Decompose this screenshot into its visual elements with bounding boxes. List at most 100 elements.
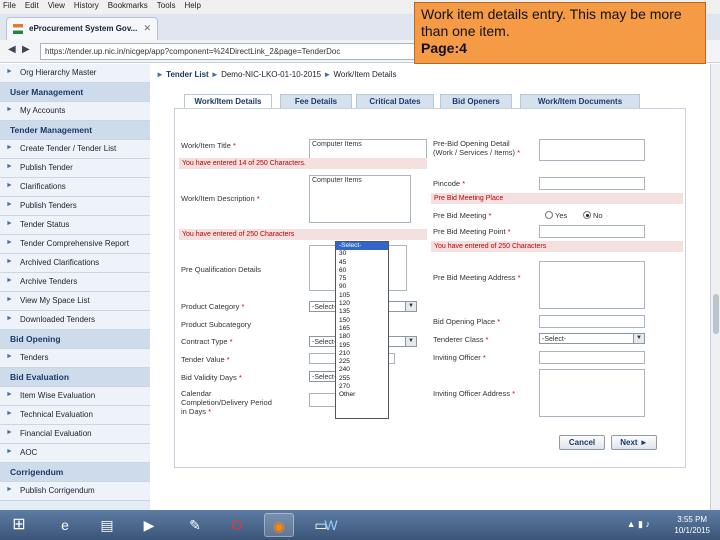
sidebar-item[interactable]: ► Org Hierarchy Master	[0, 64, 150, 83]
firefox-icon[interactable]: ◉	[264, 513, 294, 537]
pre-bid-no-radio[interactable]	[583, 211, 591, 219]
bid-validity-days-label: Bid Validity Days *	[181, 373, 242, 382]
breadcrumb-tender-id[interactable]: Demo-NIC-LKO-01-10-2015	[221, 70, 321, 79]
pre-bid-meeting-point-input[interactable]	[539, 225, 645, 238]
sidebar-item[interactable]: ► Clarifications	[0, 178, 150, 197]
address-char-counter: You have entered of 250 Characters	[431, 241, 683, 252]
pre-bid-yes-radio[interactable]	[545, 211, 553, 219]
inviting-officer-input[interactable]	[539, 351, 645, 364]
menu-file[interactable]: File	[3, 1, 16, 10]
pre-opening-detail-label: Pre-Bid Opening Detail (Work / Services …	[433, 139, 520, 157]
start-button-icon[interactable]: ⊞	[4, 513, 34, 537]
tenderer-class-select[interactable]: -Select- ▼	[539, 333, 645, 344]
cancel-button[interactable]: Cancel	[559, 435, 605, 450]
sidebar-item-label: Publish Corrigendum	[20, 486, 95, 495]
menu-tools[interactable]: Tools	[157, 1, 176, 10]
tab-critical-dates[interactable]: Critical Dates	[356, 94, 434, 109]
file-explorer-icon[interactable]: ▤	[92, 513, 122, 537]
sidebar-item[interactable]: ► Tender Status	[0, 216, 150, 235]
sidebar-item[interactable]: ► Publish Corrigendum	[0, 482, 150, 501]
dropdown-option[interactable]: 255	[336, 375, 388, 383]
sidebar-item[interactable]: ► Archived Clarifications	[0, 254, 150, 273]
dropdown-option[interactable]: 45	[336, 259, 388, 267]
pre-bid-meeting-address-input[interactable]	[539, 261, 645, 309]
sidebar-item[interactable]: ► Archive Tenders	[0, 273, 150, 292]
close-tab-icon[interactable]: ✕	[143, 23, 151, 34]
opera-icon[interactable]: O	[222, 513, 252, 537]
bid-opening-place-input[interactable]	[539, 315, 645, 328]
taskbar-clock[interactable]: 3:55 PM 10/1/2015	[674, 514, 710, 536]
menu-history[interactable]: History	[74, 1, 99, 10]
forward-arrow-icon[interactable]: ▶	[22, 44, 30, 55]
dropdown-option[interactable]: -Select-	[336, 242, 388, 251]
sidebar-item[interactable]: ► Create Tender / Tender List	[0, 140, 150, 159]
pincode-input[interactable]	[539, 177, 645, 190]
dropdown-option[interactable]: 120	[336, 300, 388, 308]
sidebar-item[interactable]: ► Tenders	[0, 349, 150, 368]
media-player-icon[interactable]: ▶	[134, 513, 164, 537]
work-item-form: Work/Item Title * Computer Items You hav…	[174, 108, 686, 468]
paint-icon[interactable]: ✎	[180, 513, 210, 537]
sidebar-section-header[interactable]: Bid Evaluation	[0, 368, 150, 387]
sidebar-item-label: My Accounts	[20, 106, 66, 115]
chevron-right-icon: ►	[6, 201, 13, 208]
back-arrow-icon[interactable]: ◀	[8, 44, 16, 55]
page-scrollbar[interactable]	[710, 64, 720, 510]
scrollbar-thumb[interactable]	[713, 294, 719, 334]
sidebar-section-header[interactable]: User Management	[0, 83, 150, 102]
sidebar-item[interactable]: ► Publish Tender	[0, 159, 150, 178]
dropdown-option[interactable]: 240	[336, 366, 388, 374]
sidebar-item[interactable]: ► My Accounts	[0, 102, 150, 121]
menu-view[interactable]: View	[48, 1, 65, 10]
dropdown-option[interactable]: 60	[336, 267, 388, 275]
tab-bid-openers[interactable]: Bid Openers	[440, 94, 512, 109]
dropdown-option[interactable]: 150	[336, 317, 388, 325]
dropdown-option[interactable]: 30	[336, 250, 388, 258]
internet-explorer-icon[interactable]: e	[50, 513, 80, 537]
menu-edit[interactable]: Edit	[25, 1, 39, 10]
dropdown-option[interactable]: 180	[336, 333, 388, 341]
tab-work-item-documents[interactable]: Work/Item Documents	[520, 94, 640, 109]
dropdown-option[interactable]: 225	[336, 358, 388, 366]
bid-validity-dropdown-list[interactable]: -Select- 30 45 60 75 90 105 120 135 150 165 180 195 2…	[335, 241, 389, 419]
tab-work-item-details[interactable]: Work/Item Details	[184, 94, 272, 109]
menu-help[interactable]: Help	[184, 1, 200, 10]
next-button[interactable]: Next ►	[611, 435, 657, 450]
sidebar-item[interactable]: ► Publish Tenders	[0, 197, 150, 216]
sidebar-item[interactable]: ► Technical Evaluation	[0, 406, 150, 425]
browser-tab[interactable]: eProcurement System Gov... ✕	[6, 17, 158, 41]
word-icon[interactable]: W	[316, 513, 346, 537]
breadcrumb-tender-list[interactable]: Tender List	[166, 70, 209, 79]
sidebar-item-label: Financial Evaluation	[20, 429, 92, 438]
tab-fee-details[interactable]: Fee Details	[280, 94, 352, 109]
menu-bookmarks[interactable]: Bookmarks	[108, 1, 148, 10]
sidebar-section-header[interactable]: Bid Opening	[0, 330, 150, 349]
sidebar-item[interactable]: ► Financial Evaluation	[0, 425, 150, 444]
dropdown-option[interactable]: Other	[336, 391, 388, 399]
sidebar-item-label: Downloaded Tenders	[20, 315, 96, 324]
pre-opening-detail-input[interactable]	[539, 139, 645, 161]
chevron-down-icon: ▼	[633, 334, 644, 343]
sidebar-item[interactable]: ► View My Space List	[0, 292, 150, 311]
dropdown-option[interactable]: 270	[336, 383, 388, 391]
sidebar-section-header[interactable]: Tender Management	[0, 121, 150, 140]
dropdown-option[interactable]: 135	[336, 308, 388, 316]
sidebar-item[interactable]: ► Item Wise Evaluation	[0, 387, 150, 406]
sidebar-item[interactable]: ► Downloaded Tenders	[0, 311, 150, 330]
sidebar-item[interactable]: ► Tender Comprehensive Report	[0, 235, 150, 254]
dropdown-option[interactable]: 75	[336, 275, 388, 283]
url-input[interactable]: https://tender.up.nic.in/nicgep/app?comp…	[40, 43, 416, 60]
sidebar-section-header[interactable]: Corrigendum	[0, 463, 150, 482]
work-item-description-input[interactable]: Computer Items	[309, 175, 411, 223]
system-tray[interactable]: ▲ ▮ ♪	[627, 519, 650, 530]
work-item-title-input[interactable]: Computer Items	[309, 139, 427, 159]
sidebar-item[interactable]: ► AOC	[0, 444, 150, 463]
dropdown-option[interactable]: 210	[336, 350, 388, 358]
clock-time: 3:55 PM	[677, 515, 708, 524]
dropdown-option[interactable]: 105	[336, 292, 388, 300]
dropdown-option[interactable]: 165	[336, 325, 388, 333]
sidebar-item-label: Bid Opening	[10, 334, 61, 344]
inviting-officer-address-input[interactable]	[539, 369, 645, 417]
dropdown-option[interactable]: 195	[336, 342, 388, 350]
dropdown-option[interactable]: 90	[336, 283, 388, 291]
